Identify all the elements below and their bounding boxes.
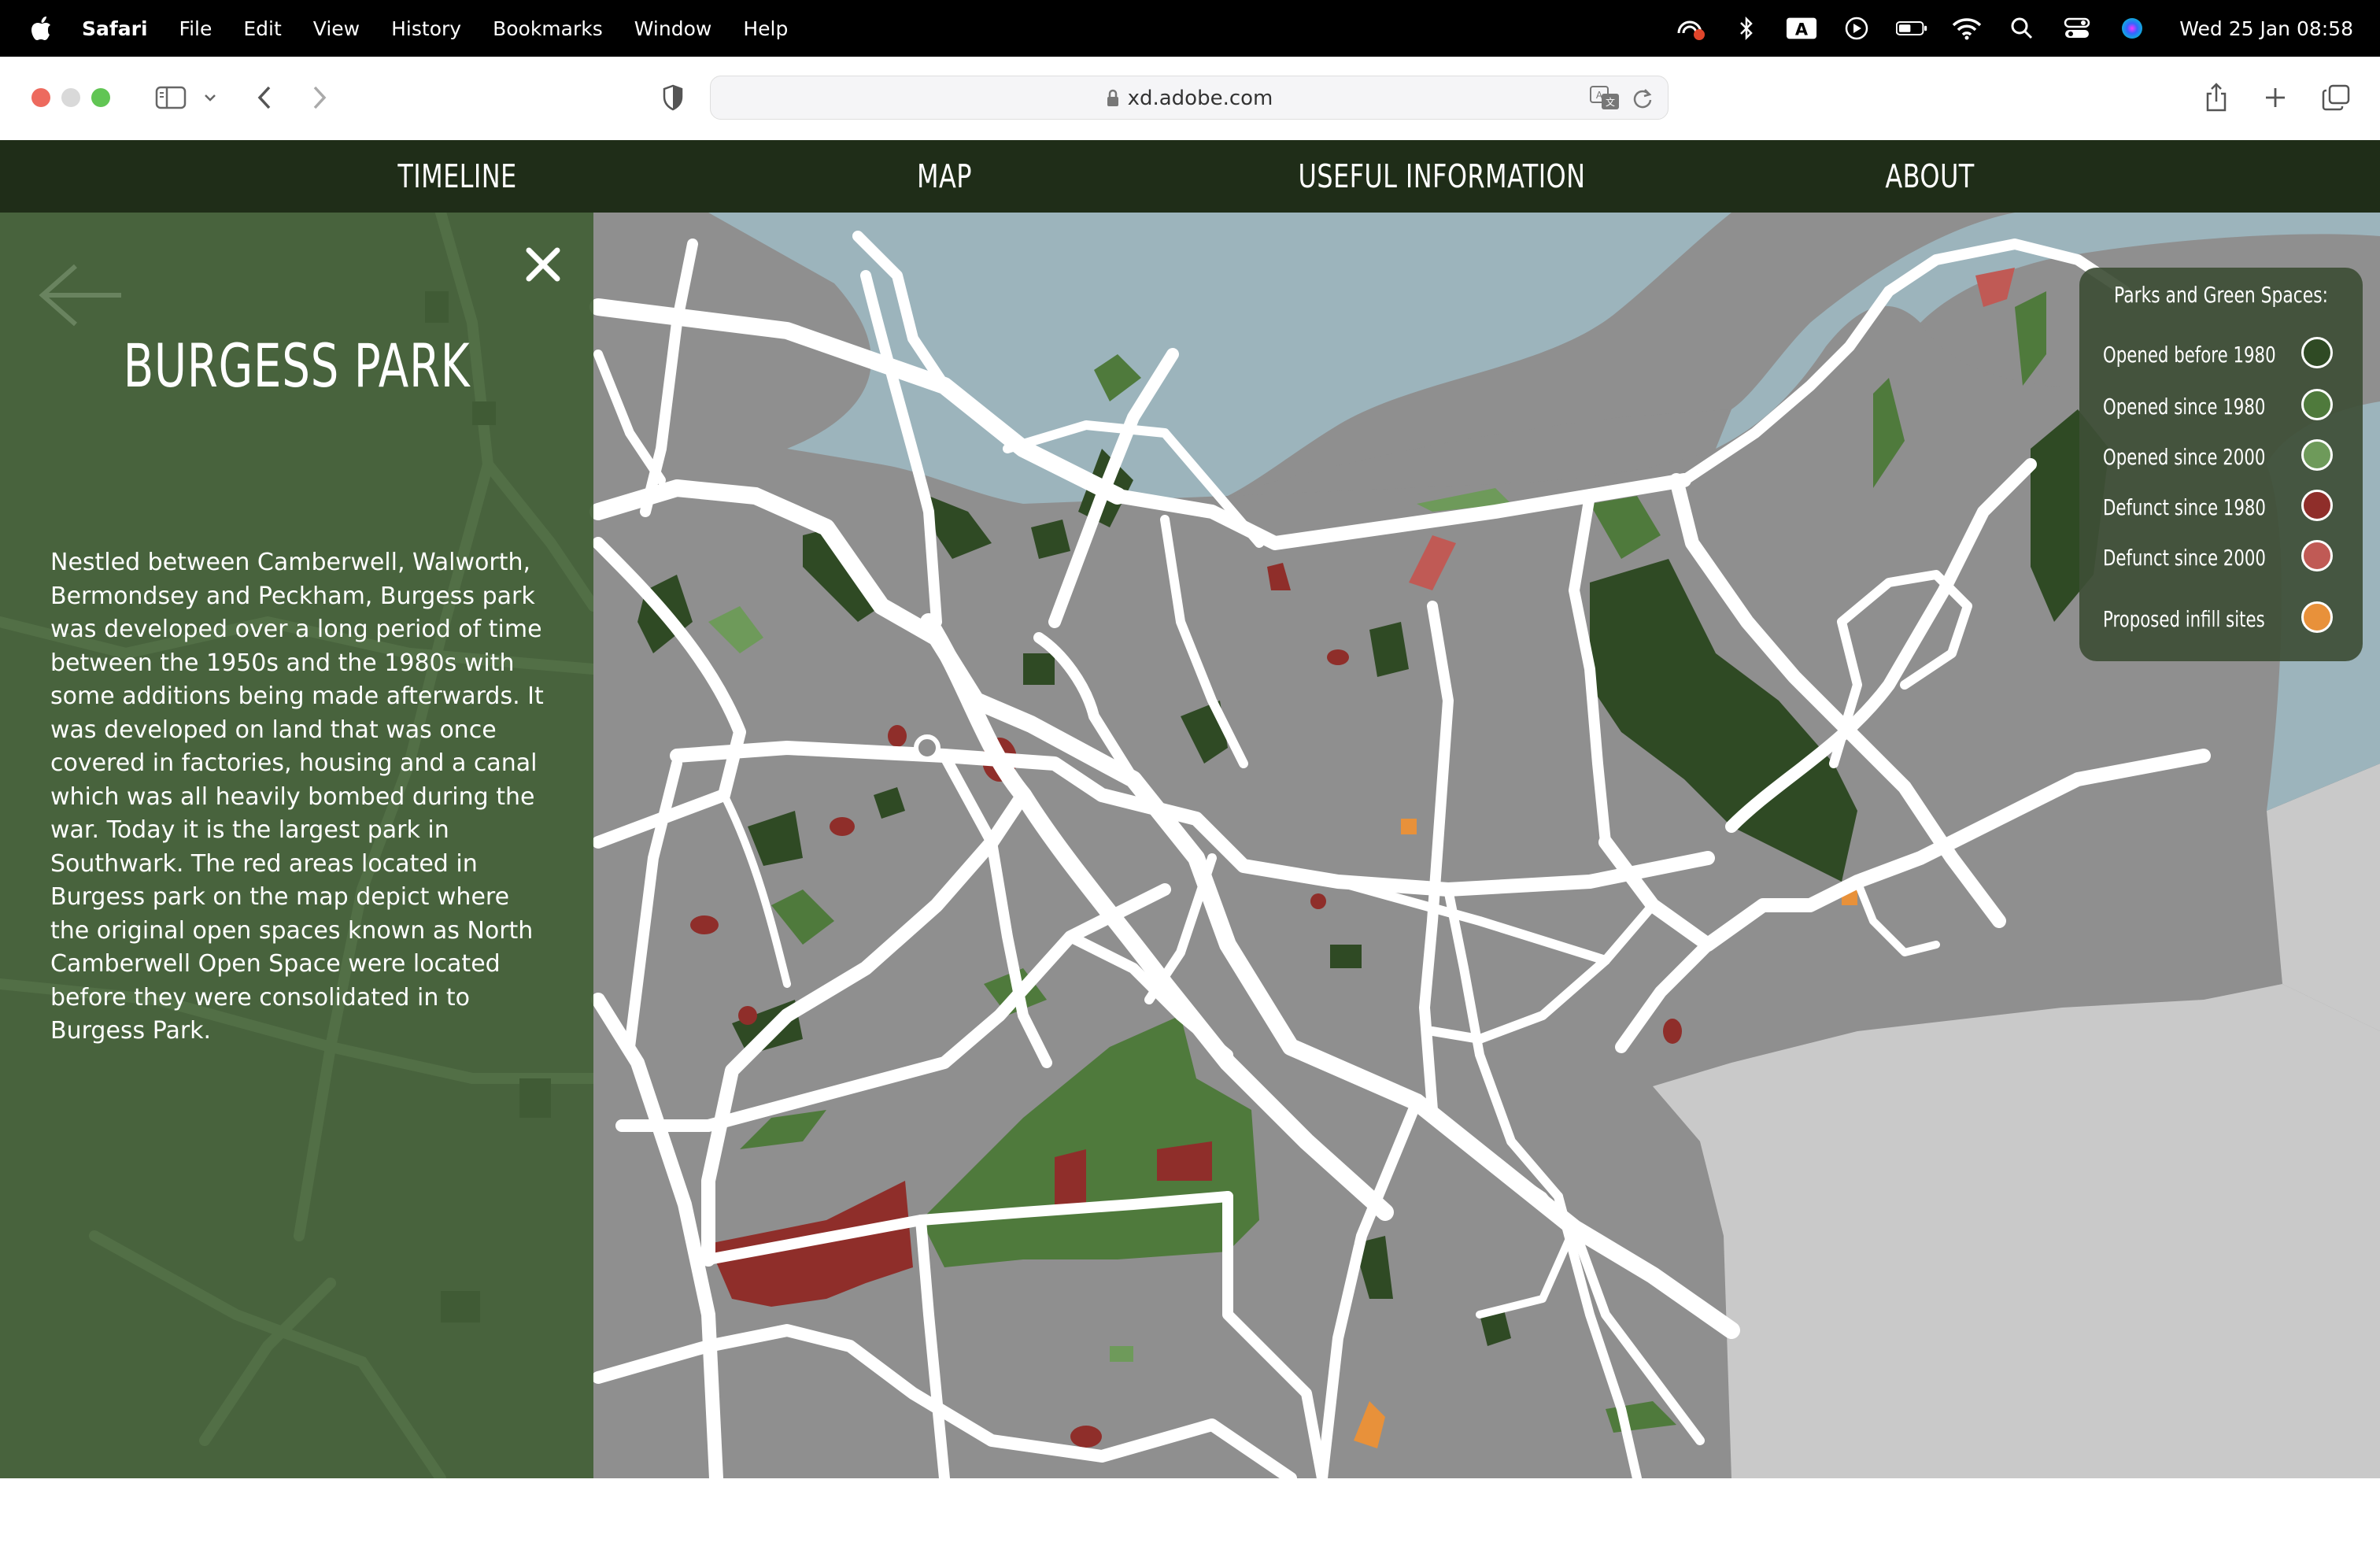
back-arrow-icon[interactable] (36, 260, 123, 331)
legend-swatch (2301, 540, 2333, 571)
spotlight-search-icon[interactable] (2006, 14, 2038, 43)
new-tab-icon[interactable] (2262, 80, 2289, 115)
menu-app-safari[interactable]: Safari (82, 17, 148, 40)
legend-item-defunct-since-2000[interactable]: Defunct since 2000 (2103, 538, 2347, 576)
bluetooth-icon[interactable] (1731, 14, 1762, 43)
legend-item-defunct-since-1980[interactable]: Defunct since 1980 (2103, 488, 2347, 526)
legend-swatch (2301, 337, 2333, 368)
site-navigation: TIMELINE MAP USEFUL INFORMATION ABOUT (0, 140, 2380, 213)
legend-item-opened-since-1980[interactable]: Opened since 1980 (2103, 387, 2347, 425)
nav-map[interactable]: MAP (914, 140, 975, 213)
back-button[interactable] (252, 80, 277, 115)
svg-text:文: 文 (1606, 96, 1615, 108)
wifi-icon[interactable] (1951, 14, 1983, 43)
menu-bookmarks[interactable]: Bookmarks (493, 17, 603, 40)
menubar-clock[interactable]: Wed 25 Jan 08:58 (2179, 17, 2353, 40)
window-zoom-button[interactable] (91, 88, 110, 107)
window-minimize-button[interactable] (61, 88, 80, 107)
legend-title: Parks and Green Spaces: (2114, 282, 2328, 308)
park-info-panel: BURGESS PARK Nestled between Camberwell,… (0, 213, 593, 1478)
legend-swatch (2301, 601, 2333, 633)
translate-icon[interactable]: A文 (1589, 84, 1621, 114)
sidebar-toggle-icon[interactable] (154, 80, 187, 115)
menu-file[interactable]: File (179, 17, 213, 40)
macos-menu-bar: Safari File Edit View History Bookmarks … (0, 0, 2380, 57)
nav-timeline[interactable]: TIMELINE (397, 140, 516, 213)
reload-icon[interactable] (1632, 87, 1654, 113)
legend-item-opened-before-1980[interactable]: Opened before 1980 (2103, 335, 2347, 373)
elephant-castle-roundabout (914, 734, 941, 761)
map-legend: Parks and Green Spaces: Opened before 19… (2079, 268, 2363, 661)
legend-swatch (2301, 490, 2333, 521)
legend-item-opened-since-2000[interactable]: Opened since 2000 (2103, 438, 2347, 475)
menu-window[interactable]: Window (634, 17, 712, 40)
legend-label: Opened before 1980 (2103, 342, 2276, 368)
legend-label: Proposed infill sites (2103, 606, 2265, 632)
nav-about[interactable]: ABOUT (1885, 140, 1974, 213)
tab-overview-icon[interactable] (2320, 80, 2352, 115)
park-title: BURGESS PARK (123, 331, 471, 401)
apple-logo-icon[interactable] (28, 14, 55, 43)
siri-icon[interactable] (2116, 14, 2148, 43)
sidebar-chevron-down-icon[interactable] (201, 80, 219, 115)
close-panel-button[interactable] (519, 241, 567, 288)
menu-help[interactable]: Help (743, 17, 788, 40)
forward-button[interactable] (307, 80, 332, 115)
legend-swatch (2301, 389, 2333, 420)
keyboard-input-icon[interactable]: A (1786, 14, 1817, 43)
legend-label: Opened since 2000 (2103, 444, 2266, 470)
control-center-icon[interactable] (2061, 14, 2093, 43)
legend-label: Defunct since 2000 (2103, 545, 2266, 571)
lock-icon (1107, 89, 1118, 106)
share-icon[interactable] (2202, 80, 2230, 115)
park-description: Nestled between Camberwell, Walworth, Be… (50, 549, 544, 1045)
menu-view[interactable]: View (313, 17, 360, 40)
privacy-shield-icon[interactable] (660, 80, 686, 115)
legend-item-proposed-infill-sites[interactable]: Proposed infill sites (2103, 600, 2347, 638)
nav-useful-information[interactable]: USEFUL INFORMATION (1299, 140, 1586, 213)
menu-edit[interactable]: Edit (243, 17, 281, 40)
svg-text:A: A (1795, 20, 1809, 39)
address-url-text: xd.adobe.com (1127, 87, 1273, 110)
legend-label: Defunct since 1980 (2103, 494, 2266, 520)
outside-borough-area (1653, 984, 2380, 1478)
legend-label: Opened since 1980 (2103, 394, 2266, 420)
legend-swatch (2301, 439, 2333, 471)
address-bar[interactable]: xd.adobe.com A文 (710, 76, 1669, 120)
menu-history[interactable]: History (391, 17, 461, 40)
screen-recording-icon[interactable] (1676, 14, 1707, 43)
now-playing-icon[interactable] (1841, 14, 1872, 43)
battery-icon[interactable] (1896, 14, 1927, 43)
window-close-button[interactable] (31, 88, 50, 107)
